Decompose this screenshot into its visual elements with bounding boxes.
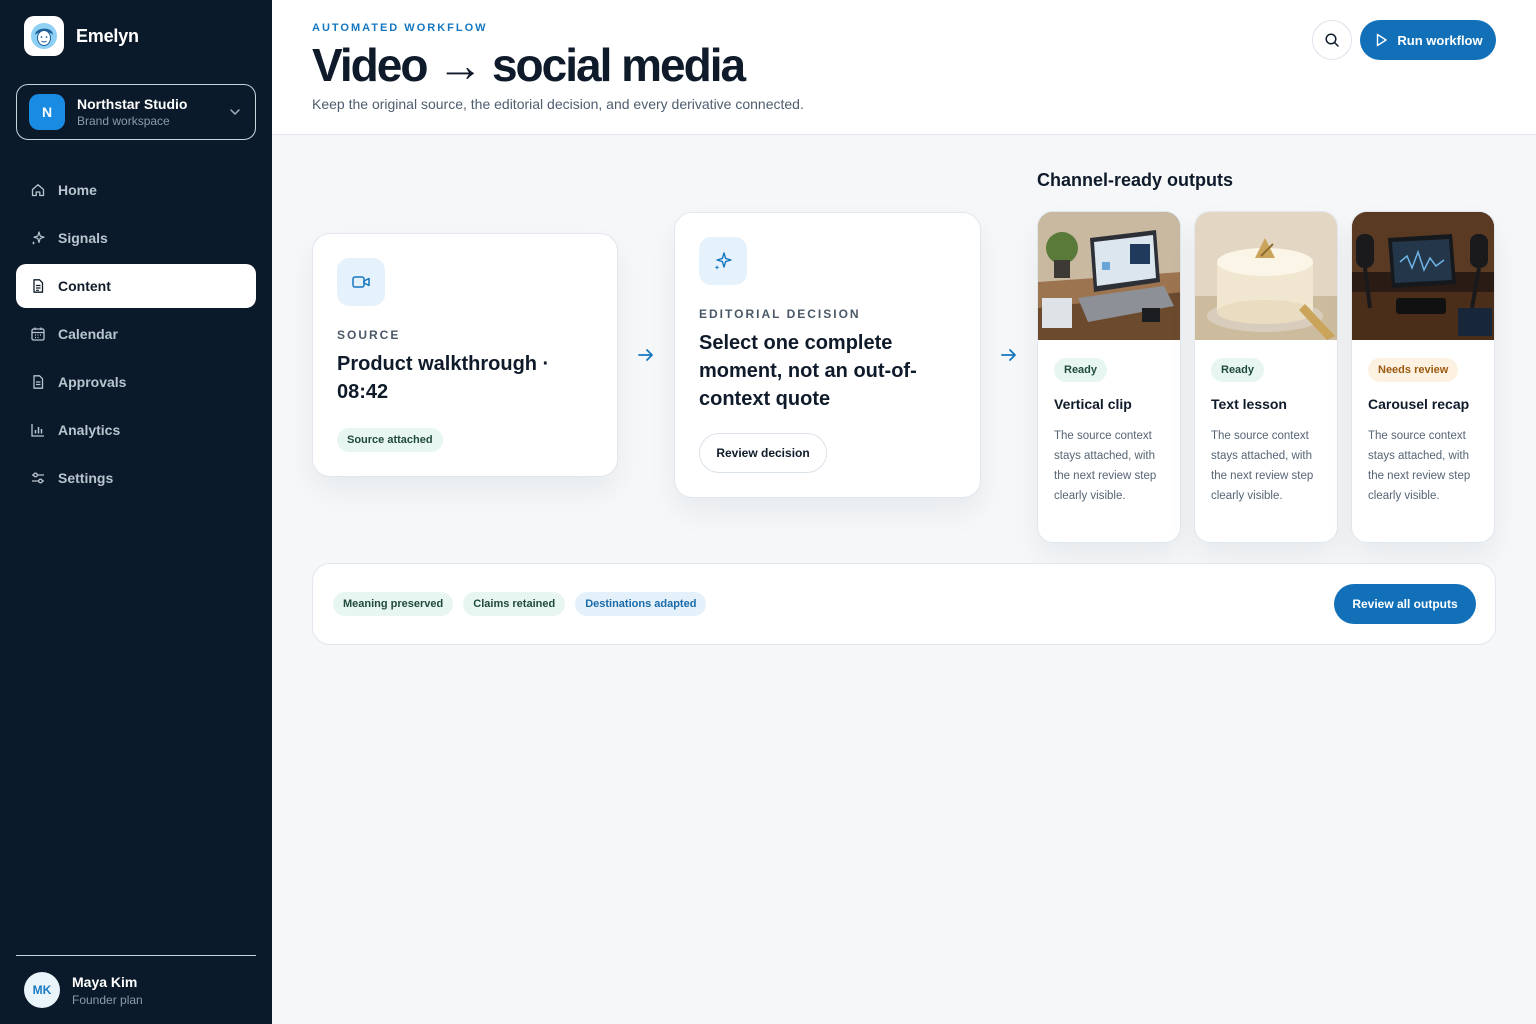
sidebar-nav: Home Signals Content Calendar Approvals … xyxy=(16,168,256,504)
check-chip-destinations: Destinations adapted xyxy=(575,592,707,616)
video-icon xyxy=(337,258,385,306)
sidebar-item-home[interactable]: Home xyxy=(16,168,256,212)
page-subtitle: Keep the original source, the editorial … xyxy=(312,96,804,112)
sidebar-item-signals[interactable]: Signals xyxy=(16,216,256,260)
status-badge: Ready xyxy=(1211,358,1265,382)
sidebar-item-label: Home xyxy=(58,182,97,198)
output-description: The source context stays attached, with … xyxy=(1368,430,1471,502)
sparkle-icon xyxy=(31,231,45,245)
decision-title: Select one complete moment, not an out-o… xyxy=(699,332,917,410)
arrow-right-icon xyxy=(1001,349,1016,361)
brand[interactable]: Emelyn xyxy=(24,16,139,56)
workspace-name: Northstar Studio xyxy=(77,96,188,112)
user-profile[interactable]: MK Maya Kim Founder plan xyxy=(24,972,143,1008)
source-card[interactable]: SOURCE Product walkthrough · 08:42 Sourc… xyxy=(312,233,618,477)
calendar-icon xyxy=(31,327,45,341)
sidebar-item-label: Content xyxy=(58,278,111,294)
user-plan: Founder plan xyxy=(72,992,143,1007)
output-title: Carousel recap xyxy=(1368,396,1470,412)
output-description: The source context stays attached, with … xyxy=(1054,430,1157,502)
page-header: AUTOMATED WORKFLOW Video → social media … xyxy=(272,0,1536,135)
laptop-image xyxy=(1038,212,1180,340)
search-button[interactable] xyxy=(1312,20,1352,60)
status-badge: Ready xyxy=(1054,358,1108,382)
page-title: Video → social media xyxy=(312,39,746,91)
sidebar-item-settings[interactable]: Settings xyxy=(16,456,256,500)
workspace-subtitle: Brand workspace xyxy=(77,114,170,128)
sidebar-item-label: Settings xyxy=(58,470,114,486)
sidebar-item-label: Analytics xyxy=(58,422,121,438)
search-icon xyxy=(1325,33,1339,47)
document-check-icon xyxy=(33,375,44,389)
review-decision-button[interactable]: Review decision xyxy=(699,433,827,473)
sidebar-item-content[interactable]: Content xyxy=(16,264,256,308)
decision-label: EDITORIAL DECISION xyxy=(699,307,861,321)
sidebar-item-label: Approvals xyxy=(58,374,127,390)
output-title: Vertical clip xyxy=(1054,396,1132,412)
workspace-avatar: N xyxy=(29,94,65,130)
brand-name: Emelyn xyxy=(76,25,139,46)
sidebar-item-analytics[interactable]: Analytics xyxy=(16,408,256,452)
check-chips: Meaning preserved Claims retained Destin… xyxy=(333,592,707,616)
sidebar-item-label: Signals xyxy=(58,230,108,246)
sidebar-item-calendar[interactable]: Calendar xyxy=(16,312,256,356)
output-title: Text lesson xyxy=(1211,396,1287,412)
podcast-studio-image xyxy=(1352,212,1494,340)
avatar: MK xyxy=(24,972,60,1008)
document-icon xyxy=(33,279,44,293)
check-chip-meaning: Meaning preserved xyxy=(333,592,454,616)
status-badge: Source attached xyxy=(337,428,443,452)
quality-checks-bar: Meaning preserved Claims retained Destin… xyxy=(312,563,1496,645)
arrow-right-icon xyxy=(638,349,653,361)
output-description: The source context stays attached, with … xyxy=(1211,430,1314,502)
brand-logo xyxy=(24,16,64,56)
sidebar: Emelyn N Northstar Studio Brand workspac… xyxy=(0,0,272,1024)
sidebar-item-label: Calendar xyxy=(58,326,118,342)
outputs-heading: Channel-ready outputs xyxy=(1037,170,1234,190)
decision-card[interactable]: EDITORIAL DECISION Select one complete m… xyxy=(674,212,981,498)
bar-chart-icon xyxy=(31,424,44,437)
chevron-down-icon xyxy=(230,109,240,116)
sparkle-icon xyxy=(699,237,747,285)
cake-image xyxy=(1195,212,1337,340)
run-workflow-label: Run workflow xyxy=(1397,32,1483,48)
home-icon xyxy=(31,184,45,197)
user-name: Maya Kim xyxy=(72,973,138,990)
sidebar-divider xyxy=(16,955,256,956)
workspace-switcher[interactable]: N Northstar Studio Brand workspace xyxy=(16,84,256,140)
sidebar-item-approvals[interactable]: Approvals xyxy=(16,360,256,404)
source-label: SOURCE xyxy=(337,328,401,342)
play-icon xyxy=(1377,33,1388,47)
sliders-icon xyxy=(32,472,44,484)
source-title: Product walkthrough · 08:42 xyxy=(337,353,550,403)
check-chip-claims: Claims retained xyxy=(463,592,566,616)
page-eyebrow: AUTOMATED WORKFLOW xyxy=(312,22,488,34)
output-card-vertical-clip[interactable]: Ready Vertical clip The source context s… xyxy=(1037,211,1181,543)
output-card-carousel-recap[interactable]: Needs review Carousel recap The source c… xyxy=(1351,211,1495,543)
run-workflow-button[interactable]: Run workflow xyxy=(1360,20,1496,60)
status-badge: Needs review xyxy=(1368,358,1459,382)
output-card-text-lesson[interactable]: Ready Text lesson The source context sta… xyxy=(1194,211,1338,543)
review-all-outputs-button[interactable]: Review all outputs xyxy=(1334,584,1476,624)
